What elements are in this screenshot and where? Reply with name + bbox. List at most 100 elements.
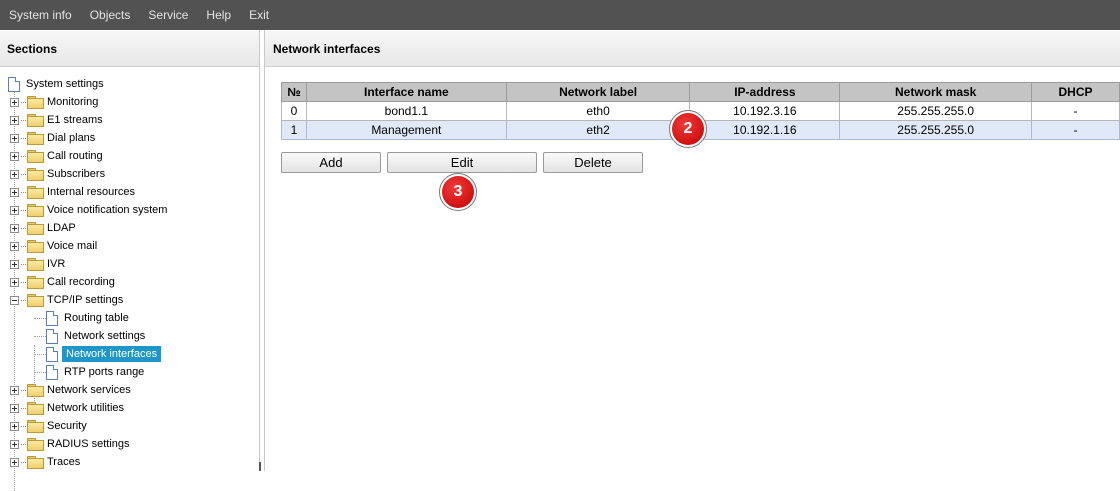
collapse-icon[interactable] bbox=[10, 295, 19, 305]
tree-item-label: Network settings bbox=[64, 330, 146, 342]
expand-icon[interactable] bbox=[10, 187, 19, 197]
tree-item-system-settings[interactable]: System settings bbox=[8, 75, 106, 93]
menu-help[interactable]: Help bbox=[197, 0, 240, 30]
document-icon bbox=[46, 364, 58, 380]
tree-item-network-settings[interactable]: Network settings bbox=[46, 327, 147, 345]
folder-icon bbox=[27, 384, 44, 397]
table-header-row: № Interface name Network label IP-addres… bbox=[281, 82, 1120, 102]
tree-item-label: Voice mail bbox=[47, 240, 98, 252]
tree-dash bbox=[21, 407, 26, 409]
tree-item-label: Internal resources bbox=[47, 186, 136, 198]
folder-icon bbox=[27, 222, 44, 235]
folder-icon bbox=[27, 240, 44, 253]
tree-item-rtp-ports-range[interactable]: RTP ports range bbox=[46, 363, 146, 381]
expand-icon[interactable] bbox=[10, 205, 19, 215]
tree-item-network-services[interactable]: Network services bbox=[0, 381, 133, 399]
tree-item-security[interactable]: Security bbox=[0, 417, 89, 435]
menu-system-info[interactable]: System info bbox=[0, 0, 81, 30]
tree-item-network-utilities[interactable]: Network utilities bbox=[0, 399, 126, 417]
tree-item-ivr[interactable]: IVR bbox=[0, 255, 67, 273]
tree-item-label: RADIUS settings bbox=[47, 438, 130, 450]
expand-icon[interactable] bbox=[10, 385, 19, 395]
tree-dash bbox=[21, 299, 26, 301]
cell-network-mask: 255.255.255.0 bbox=[839, 101, 1033, 121]
expand-icon[interactable] bbox=[10, 259, 19, 269]
top-menu-bar: System info Objects Service Help Exit bbox=[0, 0, 1120, 30]
sections-panel: Sections System settings Monitoring E1 s… bbox=[0, 30, 260, 491]
tree-dash bbox=[21, 389, 26, 391]
page-title: Network interfaces bbox=[265, 30, 1120, 67]
step-marker-2: 2 bbox=[669, 110, 707, 148]
tree-item-network-interfaces[interactable]: Network interfaces bbox=[46, 345, 162, 363]
expand-icon[interactable] bbox=[10, 421, 19, 431]
menu-service[interactable]: Service bbox=[139, 0, 197, 30]
add-button[interactable]: Add bbox=[281, 152, 381, 173]
tree-item-label: Network services bbox=[47, 384, 131, 396]
tree-item-label: Monitoring bbox=[47, 96, 99, 108]
tree-item-traces[interactable]: Traces bbox=[0, 453, 82, 471]
sections-title: Sections bbox=[0, 30, 259, 67]
tree-dash bbox=[21, 155, 26, 157]
menu-exit[interactable]: Exit bbox=[240, 0, 278, 30]
document-icon bbox=[46, 346, 58, 362]
step-marker-label: 3 bbox=[442, 176, 474, 208]
column-header-network-mask[interactable]: Network mask bbox=[839, 82, 1033, 102]
tree-item-routing-table[interactable]: Routing table bbox=[46, 309, 131, 327]
folder-icon bbox=[27, 114, 44, 127]
tree-item-label: TCP/IP settings bbox=[47, 294, 124, 306]
column-header-number[interactable]: № bbox=[281, 82, 307, 102]
expand-icon[interactable] bbox=[10, 151, 19, 161]
folder-icon bbox=[27, 438, 44, 451]
expand-icon[interactable] bbox=[10, 115, 19, 125]
tree-item-e1-streams[interactable]: E1 streams bbox=[0, 111, 105, 129]
tree-item-label-selected: Network interfaces bbox=[62, 346, 162, 362]
step-marker-label: 2 bbox=[672, 113, 704, 145]
tree-item-label: Traces bbox=[47, 456, 81, 468]
tree-item-label: Call recording bbox=[47, 276, 115, 288]
tree-item-subscribers[interactable]: Subscribers bbox=[0, 165, 107, 183]
expand-icon[interactable] bbox=[10, 169, 19, 179]
tree-item-call-recording[interactable]: Call recording bbox=[0, 273, 117, 291]
folder-icon bbox=[27, 258, 44, 271]
expand-icon[interactable] bbox=[10, 403, 19, 413]
tree-item-radius-settings[interactable]: RADIUS settings bbox=[0, 435, 132, 453]
folder-icon bbox=[27, 420, 44, 433]
tree-item-call-routing[interactable]: Call routing bbox=[0, 147, 105, 165]
tree-item-monitoring[interactable]: Monitoring bbox=[0, 93, 100, 111]
tree-dash bbox=[21, 425, 26, 427]
tree-item-label: Security bbox=[47, 420, 87, 432]
expand-icon[interactable] bbox=[10, 223, 19, 233]
column-header-ip-address[interactable]: IP-address bbox=[689, 82, 841, 102]
tree-item-internal-resources[interactable]: Internal resources bbox=[0, 183, 137, 201]
expand-icon[interactable] bbox=[10, 457, 19, 467]
column-header-network-label[interactable]: Network label bbox=[505, 82, 691, 102]
expand-icon[interactable] bbox=[10, 97, 19, 107]
cell-interface-name: Management bbox=[305, 120, 507, 140]
menu-objects[interactable]: Objects bbox=[81, 0, 140, 30]
expand-icon[interactable] bbox=[10, 241, 19, 251]
scrollbar-handle[interactable] bbox=[259, 462, 261, 471]
column-header-dhcp[interactable]: DHCP bbox=[1031, 82, 1120, 102]
expand-icon[interactable] bbox=[10, 133, 19, 143]
expand-icon[interactable] bbox=[10, 277, 19, 287]
edit-button[interactable]: Edit bbox=[387, 152, 537, 173]
tree-item-dial-plans[interactable]: Dial plans bbox=[0, 129, 97, 147]
main-panel: Network interfaces № Interface name Netw… bbox=[264, 30, 1120, 471]
tree-item-voice-mail[interactable]: Voice mail bbox=[0, 237, 99, 255]
tree-item-ldap[interactable]: LDAP bbox=[0, 219, 78, 237]
folder-icon bbox=[27, 186, 44, 199]
cell-network-label: eth2 bbox=[505, 120, 691, 140]
delete-button[interactable]: Delete bbox=[543, 152, 643, 173]
expand-icon[interactable] bbox=[10, 439, 19, 449]
tree-dash bbox=[21, 227, 26, 229]
cell-interface-name: bond1.1 bbox=[305, 101, 507, 121]
folder-icon bbox=[27, 150, 44, 163]
cell-dhcp: - bbox=[1031, 101, 1120, 121]
column-header-interface-name[interactable]: Interface name bbox=[305, 82, 507, 102]
cell-ip-address: 10.192.3.16 bbox=[689, 101, 841, 121]
tree-item-tcp-ip-settings[interactable]: TCP/IP settings bbox=[0, 291, 125, 309]
tree-item-label: Dial plans bbox=[47, 132, 96, 144]
tree-dash bbox=[21, 245, 26, 247]
tree-item-voice-notification-system[interactable]: Voice notification system bbox=[0, 201, 169, 219]
folder-icon bbox=[27, 168, 44, 181]
